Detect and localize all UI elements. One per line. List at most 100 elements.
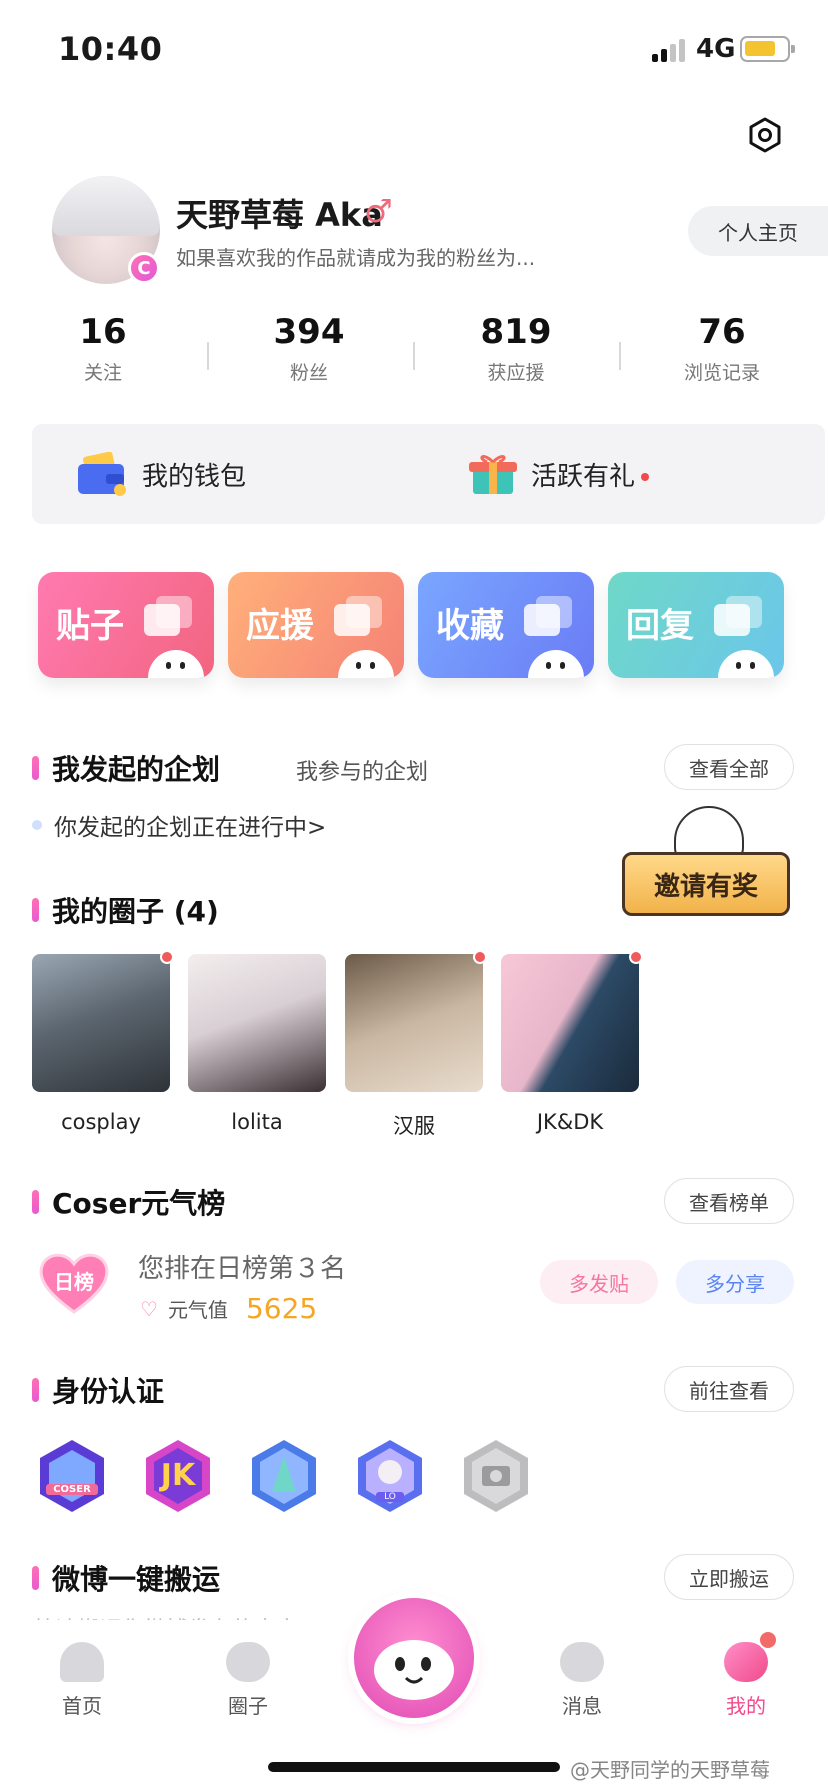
identity-view-button[interactable]: 前往查看 <box>664 1366 794 1412</box>
ghost-icon <box>60 1642 104 1682</box>
nav-me[interactable]: 我的 <box>696 1630 796 1719</box>
nav-label: 圈子 <box>228 1694 268 1718</box>
stat-label: 粉丝 <box>289 362 328 384</box>
gift-icon <box>465 452 517 496</box>
invite-reward-button[interactable]: 邀请有奖 <box>622 806 792 916</box>
battery-icon <box>740 36 795 62</box>
watermark: @天野同学的天野草莓 <box>570 1758 770 1782</box>
notification-dot <box>641 473 650 481</box>
post-more-button[interactable]: 多发贴 <box>540 1260 658 1304</box>
reply-icon <box>714 604 750 636</box>
wallet-icon <box>76 451 128 496</box>
bullet-dot <box>32 820 42 830</box>
mascot-icon <box>528 650 584 678</box>
bio: 如果喜欢我的作品就请成为我的粉丝为... <box>176 246 536 270</box>
stat-value: 394 <box>273 312 345 352</box>
tile-replies[interactable]: 回复 <box>608 572 784 678</box>
divider <box>413 342 415 370</box>
heart-icon: 日榜 <box>36 1248 112 1316</box>
create-post-button[interactable] <box>354 1598 474 1718</box>
section-marker <box>32 898 39 922</box>
stat-fans[interactable]: 394 粉丝 <box>219 312 399 385</box>
me-icon <box>724 1630 778 1682</box>
tile-label: 应援 <box>246 606 314 646</box>
avatar[interactable]: C <box>52 176 160 284</box>
mascot-icon <box>374 1640 454 1700</box>
nav-circles[interactable]: 圈子 <box>198 1642 298 1719</box>
hanfu-badge-icon[interactable] <box>244 1436 324 1516</box>
status-time: 10:40 <box>58 30 163 68</box>
stat-label: 获应援 <box>487 362 545 384</box>
notification-dot <box>160 950 174 964</box>
network-type: 4G <box>696 34 736 64</box>
stats-row: 16 关注 394 粉丝 819 获应援 76 浏览记录 <box>0 312 828 392</box>
small-heart-icon: ♡ <box>140 1296 158 1321</box>
status-bar: 10:40 4G <box>0 0 828 100</box>
stat-supports[interactable]: 819 获应援 <box>426 312 606 385</box>
stat-history[interactable]: 76 浏览记录 <box>632 312 812 385</box>
circle-item-cosplay[interactable]: cosplay <box>32 950 174 1134</box>
energy-row: ♡ 元气值 5625 <box>140 1292 317 1325</box>
circle-item-hanfu[interactable]: 汉服 <box>345 950 487 1140</box>
badge-label: JK <box>160 1458 196 1493</box>
energy-label: 元气值 <box>167 1298 228 1322</box>
mascot-icon <box>148 650 204 678</box>
weibo-transfer-button[interactable]: 立即搬运 <box>664 1554 794 1600</box>
gear-icon <box>749 117 781 153</box>
notification-dot <box>758 1630 778 1650</box>
favorite-icon <box>524 604 560 636</box>
circles-title: 我的圈子 (4) <box>52 895 219 928</box>
section-marker <box>32 756 39 780</box>
badge-label: COSER <box>46 1484 98 1495</box>
nav-label: 消息 <box>562 1694 602 1718</box>
rank-text: 您排在日榜第３名 <box>138 1254 347 1284</box>
jk-badge-icon[interactable]: JK <box>138 1436 218 1516</box>
lolita-badge-icon[interactable]: LO <box>350 1436 430 1516</box>
homepage-button[interactable]: 个人主页 <box>688 206 828 256</box>
planet-icon <box>226 1642 270 1682</box>
tile-posts[interactable]: 贴子 <box>38 572 214 678</box>
divider <box>619 342 621 370</box>
post-icon <box>144 604 180 636</box>
stat-value: 16 <box>79 312 127 352</box>
signal-icon <box>652 38 688 62</box>
divider <box>207 342 209 370</box>
plan-status-link[interactable]: 你发起的企划正在进行中> <box>32 808 326 842</box>
section-marker <box>32 1378 39 1402</box>
weibo-title: 微博一键搬运 <box>52 1563 221 1596</box>
stat-following[interactable]: 16 关注 <box>13 312 193 385</box>
bottom-nav: 首页 圈子 消息 我的 @天野同学的天野草莓 <box>0 1598 828 1792</box>
activity-card[interactable]: 活跃有礼 <box>421 424 825 524</box>
share-more-button[interactable]: 多分享 <box>676 1260 794 1304</box>
creator-badge: C <box>128 252 160 284</box>
circle-thumbnail <box>188 954 326 1092</box>
nav-messages[interactable]: 消息 <box>532 1642 632 1719</box>
nav-home[interactable]: 首页 <box>32 1642 132 1719</box>
photographer-badge-icon[interactable] <box>456 1436 536 1516</box>
settings-button[interactable] <box>742 112 788 158</box>
mascot-icon <box>718 650 774 678</box>
tab-joined-plans[interactable]: 我参与的企划 <box>296 754 428 786</box>
tile-label: 贴子 <box>56 606 124 646</box>
circle-item-lolita[interactable]: lolita <box>188 954 326 1134</box>
view-all-plans-button[interactable]: 查看全部 <box>664 744 794 790</box>
stat-value: 76 <box>698 312 746 352</box>
male-icon: ♂ <box>364 192 393 230</box>
mascot-icon <box>338 650 394 678</box>
tab-my-plans[interactable]: 我发起的企划 <box>52 748 220 788</box>
tile-support[interactable]: 应援 <box>228 572 404 678</box>
coser-badge-icon[interactable]: COSER <box>32 1436 112 1516</box>
circle-item-jkdk[interactable]: JK&DK <box>501 950 643 1134</box>
circle-name: 汉服 <box>393 1114 435 1138</box>
circle-thumbnail <box>501 950 643 1092</box>
notification-dot <box>629 950 643 964</box>
plan-status-text: 你发起的企划正在进行中> <box>54 815 327 841</box>
username: 天野草莓 Aka <box>176 196 383 234</box>
identity-title: 身份认证 <box>52 1375 165 1408</box>
energy-value: 5625 <box>245 1292 318 1325</box>
tile-favorites[interactable]: 收藏 <box>418 572 594 678</box>
stat-label: 关注 <box>83 362 122 384</box>
view-ranking-button[interactable]: 查看榜单 <box>664 1178 794 1224</box>
circle-name: cosplay <box>61 1110 141 1134</box>
wallet-card[interactable]: 我的钱包 <box>32 424 436 524</box>
